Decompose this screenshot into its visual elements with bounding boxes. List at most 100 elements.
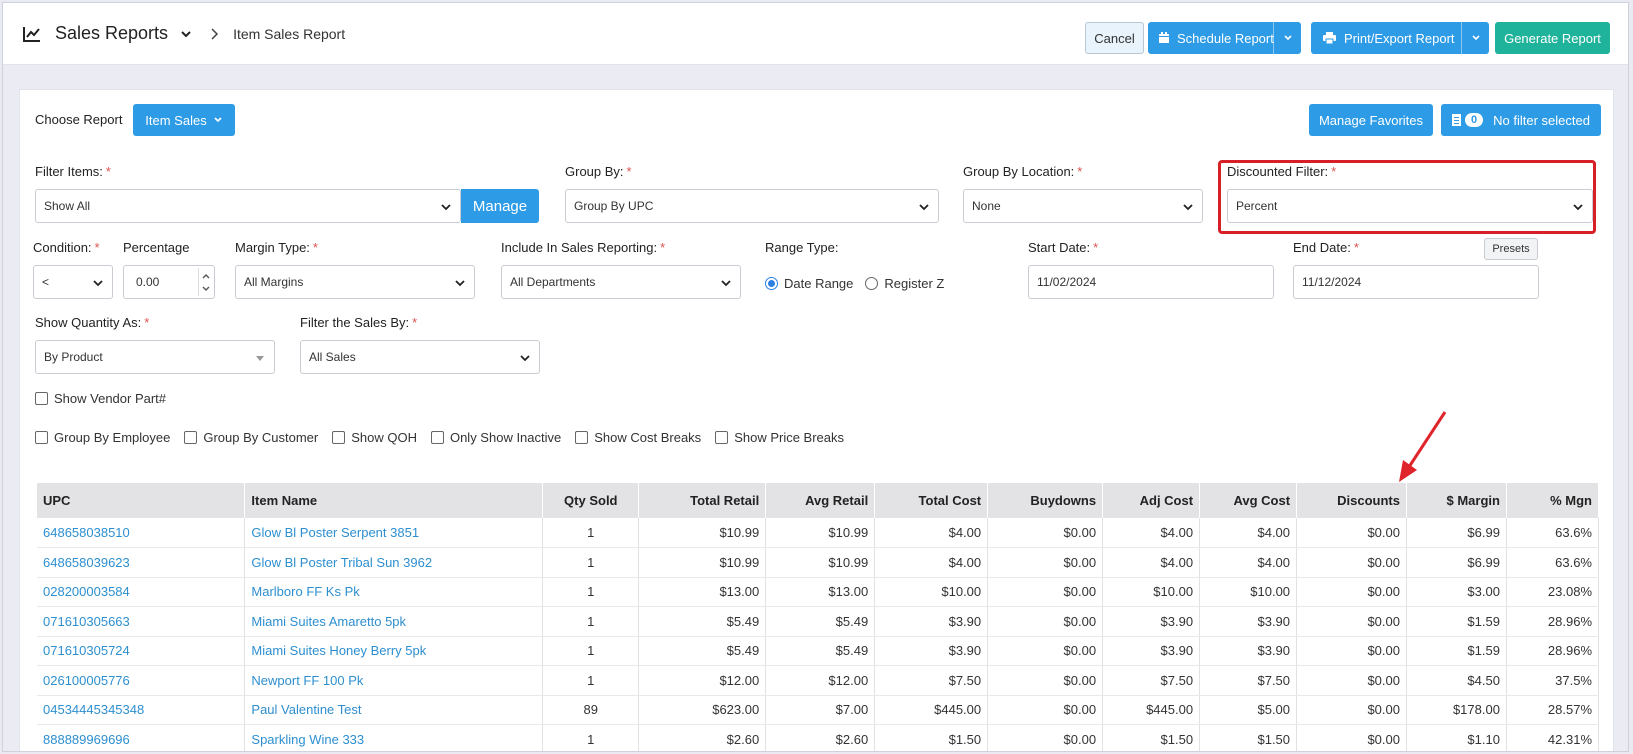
checkbox-label: Only Show Inactive xyxy=(449,430,562,445)
group-by-location-label: Group By Location: * xyxy=(963,164,1083,179)
upc-link[interactable]: 026100005776 xyxy=(37,665,246,696)
choose-report-label: Choose Report xyxy=(35,112,123,127)
group-by-select[interactable]: Group By UPC xyxy=(565,189,939,223)
chevron-down-icon[interactable] xyxy=(180,28,192,40)
item-name-link[interactable]: Paul Valentine Test xyxy=(244,695,544,725)
schedule-caret[interactable] xyxy=(1273,22,1301,54)
chevron-down-icon xyxy=(721,280,731,287)
show-quantity-select[interactable]: By Product xyxy=(35,340,275,374)
print-export-button[interactable]: Print/Export Report xyxy=(1311,22,1489,54)
total-retail-cell: $12.00 xyxy=(638,665,767,696)
radio-date-range[interactable]: Date Range xyxy=(765,276,853,291)
item-name-link[interactable]: Sparkling Wine 333 xyxy=(244,724,544,751)
show-cost-breaks-checkbox[interactable]: Show Cost Breaks xyxy=(575,430,701,445)
radio-dot[interactable] xyxy=(865,277,879,290)
item-name-link[interactable]: Glow Bl Poster Tribal Sun 3962 xyxy=(244,547,544,578)
total-retail-cell: $10.99 xyxy=(638,547,767,578)
column-header[interactable]: Adj Cost xyxy=(1102,483,1201,518)
column-header[interactable]: Total Cost xyxy=(874,483,989,518)
manage-items-button[interactable]: Manage xyxy=(461,189,539,223)
generate-report-button[interactable]: Generate Report xyxy=(1495,22,1610,54)
filter-status-button[interactable]: 0 No filter selected xyxy=(1441,104,1601,136)
radio-dot[interactable] xyxy=(765,277,778,290)
margin-pct-cell: 28.57% xyxy=(1506,695,1600,725)
item-name-link[interactable]: Glow Bl Poster Serpent 3851 xyxy=(244,518,544,548)
column-header[interactable]: Item Name xyxy=(244,483,544,518)
avg-retail-cell: $10.99 xyxy=(765,518,876,548)
filter-sales-select[interactable]: All Sales xyxy=(300,340,540,374)
checkbox-label: Show Cost Breaks xyxy=(594,430,702,445)
only-show-inactive-checkbox[interactable]: Only Show Inactive xyxy=(430,430,562,445)
upc-link[interactable]: 071610305724 xyxy=(37,636,246,666)
checkbox-box[interactable] xyxy=(35,431,48,444)
upc-link[interactable]: 028200003584 xyxy=(37,577,246,607)
show-vendor-part-checkbox[interactable]: Show Vendor Part# xyxy=(35,391,166,406)
avg-retail-cell: $7.00 xyxy=(765,695,876,725)
column-header[interactable]: Avg Cost xyxy=(1199,483,1298,518)
item-name-link[interactable]: Miami Suites Honey Berry 5pk xyxy=(244,636,544,666)
filter-items-value: Show All xyxy=(44,199,91,213)
upc-link[interactable]: 648658038510 xyxy=(37,518,246,548)
manage-favorites-button[interactable]: Manage Favorites xyxy=(1309,104,1433,136)
start-date-input[interactable]: 11/02/2024 xyxy=(1028,265,1274,299)
percentage-input[interactable]: 0.00 xyxy=(123,265,215,299)
chevron-down-icon[interactable] xyxy=(201,285,211,293)
report-type-dropdown[interactable]: Item Sales xyxy=(133,104,235,136)
checkbox-box[interactable] xyxy=(575,431,589,444)
checkbox-box[interactable] xyxy=(35,392,48,405)
report-type-value: Item Sales xyxy=(145,112,207,128)
print-export-caret[interactable] xyxy=(1461,22,1489,54)
cancel-button[interactable]: Cancel xyxy=(1085,22,1144,54)
filter-items-label-text: Filter Items: xyxy=(35,164,103,179)
column-header[interactable]: Buydowns xyxy=(987,483,1104,518)
margin-type-select[interactable]: All Margins xyxy=(235,265,475,299)
include-reporting-value: All Departments xyxy=(510,275,596,289)
column-header[interactable]: Qty Sold xyxy=(542,483,640,518)
avg-retail-cell: $5.49 xyxy=(765,636,876,666)
checkbox-label: Group By Employee xyxy=(54,430,171,445)
column-header[interactable]: Total Retail xyxy=(638,483,767,518)
item-name-link[interactable]: Marlboro FF Ks Pk xyxy=(244,577,544,607)
column-header[interactable]: $ Margin xyxy=(1406,483,1507,518)
group-by-customer-checkbox[interactable]: Group By Customer xyxy=(184,430,318,445)
column-header[interactable]: Avg Retail xyxy=(765,483,876,518)
upc-link[interactable]: 648658039623 xyxy=(37,547,246,578)
show-price-breaks-checkbox[interactable]: Show Price Breaks xyxy=(715,430,844,445)
checkbox-box[interactable] xyxy=(715,431,729,444)
column-header[interactable]: Discounts xyxy=(1296,483,1407,518)
condition-value: < xyxy=(42,275,50,289)
upc-link[interactable]: 071610305663 xyxy=(37,606,246,637)
include-reporting-select[interactable]: All Departments xyxy=(501,265,741,299)
checkbox-box[interactable] xyxy=(430,431,444,444)
end-date-input[interactable]: 11/12/2024 xyxy=(1293,265,1539,299)
filter-sales-value: All Sales xyxy=(309,350,356,364)
checkbox-box[interactable] xyxy=(332,431,346,444)
table-row: 071610305724 Miami Suites Honey Berry 5p… xyxy=(37,636,1600,666)
filter-sales-label-text: Filter the Sales By: xyxy=(300,315,410,330)
group-by-location-select[interactable]: None xyxy=(963,189,1203,223)
avg-retail-cell: $5.49 xyxy=(765,606,876,637)
checkbox-box[interactable] xyxy=(184,431,198,444)
range-type-group: Date Range Register Z xyxy=(765,276,956,291)
start-date-label: Start Date: * xyxy=(1028,240,1099,255)
margin-cell: $178.00 xyxy=(1406,695,1507,725)
chevron-down-icon xyxy=(441,204,451,211)
upc-link[interactable]: 888889969696 xyxy=(37,724,246,751)
condition-label: Condition: * xyxy=(33,240,100,255)
column-header[interactable]: UPC xyxy=(37,483,246,518)
presets-button[interactable]: Presets xyxy=(1484,238,1538,260)
group-by-employee-checkbox[interactable]: Group By Employee xyxy=(35,430,170,445)
upc-link[interactable]: 04534445345348 xyxy=(37,695,246,725)
schedule-report-button[interactable]: Schedule Report xyxy=(1148,22,1301,54)
item-name-link[interactable]: Miami Suites Amaretto 5pk xyxy=(244,606,544,637)
total-cost-cell: $4.00 xyxy=(874,518,989,548)
chevron-up-icon[interactable] xyxy=(201,272,211,280)
radio-register-z[interactable]: Register Z xyxy=(865,276,944,291)
column-header[interactable]: % Mgn xyxy=(1506,483,1600,518)
filter-items-select[interactable]: Show All xyxy=(35,189,461,223)
show-qoh-checkbox[interactable]: Show QOH xyxy=(332,430,417,445)
top-bar: Sales Reports Item Sales Report Cancel S… xyxy=(3,3,1628,65)
percentage-stepper[interactable] xyxy=(198,268,212,296)
condition-select[interactable]: < xyxy=(33,265,113,299)
item-name-link[interactable]: Newport FF 100 Pk xyxy=(244,665,544,696)
